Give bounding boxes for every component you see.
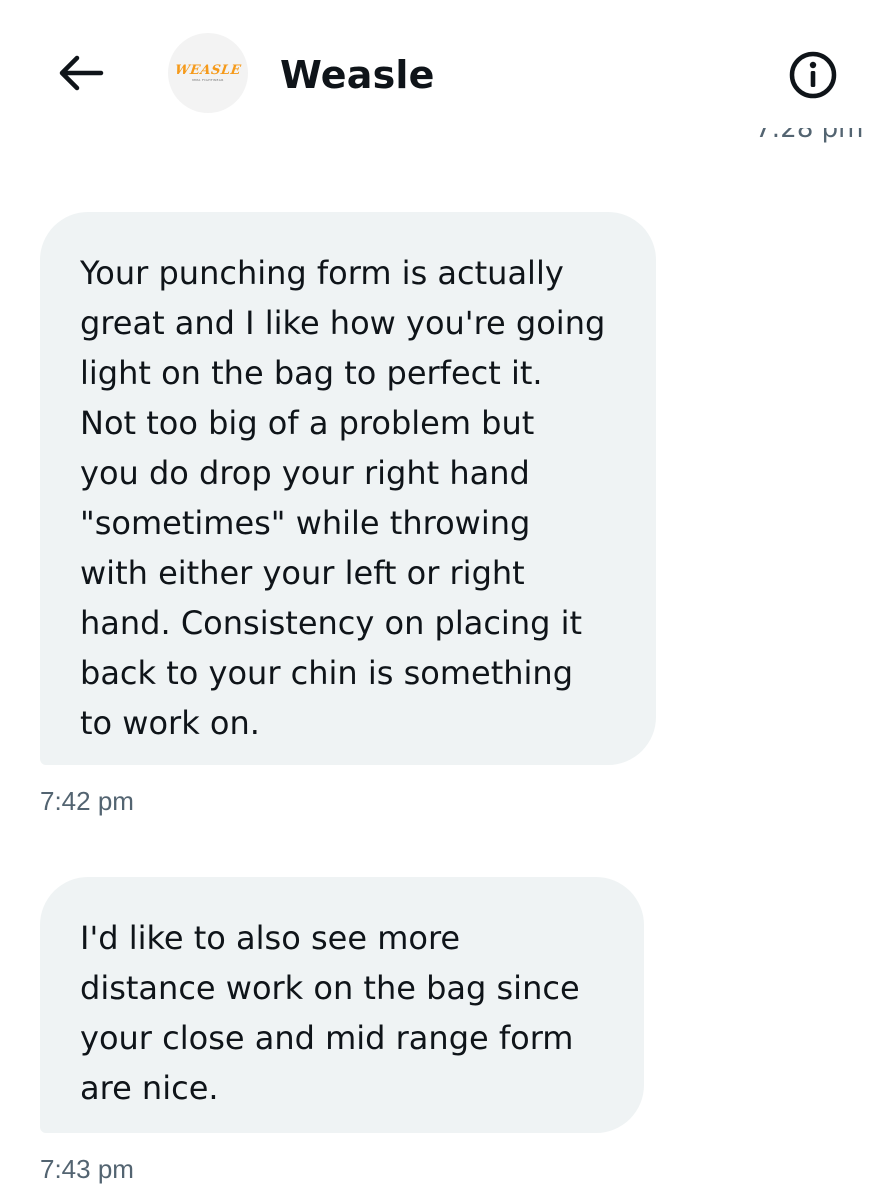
back-arrow-icon	[59, 55, 104, 91]
conversation-title[interactable]: Weasle	[280, 50, 435, 100]
info-icon	[789, 51, 837, 99]
previous-message-timestamp: 7:28 pm	[755, 128, 864, 144]
back-button[interactable]	[52, 48, 108, 98]
avatar-logo-subtext: MMA FIGHTWEAR	[192, 77, 224, 82]
message-timestamp: 7:43 pm	[40, 1154, 134, 1184]
avatar[interactable]: WEASLE MMA FIGHTWEAR	[168, 33, 248, 113]
info-button[interactable]	[788, 50, 838, 100]
message-bubble[interactable]: I'd like to also see more distance work …	[40, 877, 644, 1133]
avatar-logo: WEASLE	[173, 62, 243, 78]
conversation-header: WEASLE MMA FIGHTWEAR Weasle 7:28 pm	[0, 0, 891, 144]
dm-conversation-screen: WEASLE MMA FIGHTWEAR Weasle 7:28 pm Your…	[0, 0, 891, 1200]
message-bubble[interactable]: Your punching form is actually great and…	[40, 212, 656, 765]
message-timestamp: 7:42 pm	[40, 786, 134, 816]
